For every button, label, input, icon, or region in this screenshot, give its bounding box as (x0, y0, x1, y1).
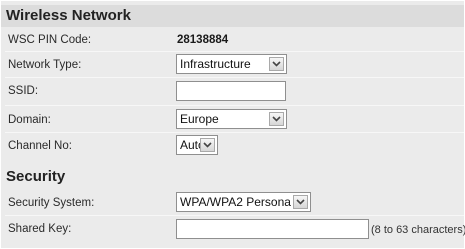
chevron-down-icon[interactable] (293, 195, 308, 209)
row-divider (5, 77, 464, 78)
network-type-value: Infrastructure (180, 57, 251, 71)
wireless-settings-panel: Wireless Network WSC PIN Code: 28138884 … (1, 1, 465, 248)
ssid-input[interactable] (176, 81, 286, 101)
security-system-select[interactable]: WPA/WPA2 Persona (176, 192, 311, 212)
row-divider (5, 105, 464, 106)
network-type-label: Network Type: (8, 59, 82, 71)
security-system-label: Security System: (8, 197, 95, 209)
security-title: Security (1, 166, 464, 188)
channel-label: Channel No: (8, 140, 72, 152)
channel-select[interactable]: Auto (176, 135, 218, 155)
wsc-pin-value: 28138884 (177, 34, 229, 46)
domain-label: Domain: (8, 114, 51, 126)
ssid-label: SSID: (8, 85, 39, 97)
chevron-down-icon[interactable] (200, 138, 215, 152)
shared-key-input[interactable] (176, 219, 369, 239)
shared-key-hint: (8 to 63 characters) (371, 224, 465, 236)
row-divider (5, 132, 464, 133)
chevron-down-icon[interactable] (269, 112, 284, 126)
shared-key-label: Shared Key: (8, 223, 72, 235)
security-system-value: WPA/WPA2 Persona (180, 195, 291, 209)
row-divider (5, 51, 464, 52)
chevron-down-icon[interactable] (269, 57, 284, 71)
wsc-pin-label: WSC PIN Code: (8, 34, 92, 46)
network-type-select[interactable]: Infrastructure (176, 54, 287, 74)
domain-select[interactable]: Europe (176, 109, 287, 129)
wireless-network-title: Wireless Network (1, 5, 464, 27)
domain-value: Europe (180, 112, 219, 126)
row-divider (5, 215, 464, 216)
